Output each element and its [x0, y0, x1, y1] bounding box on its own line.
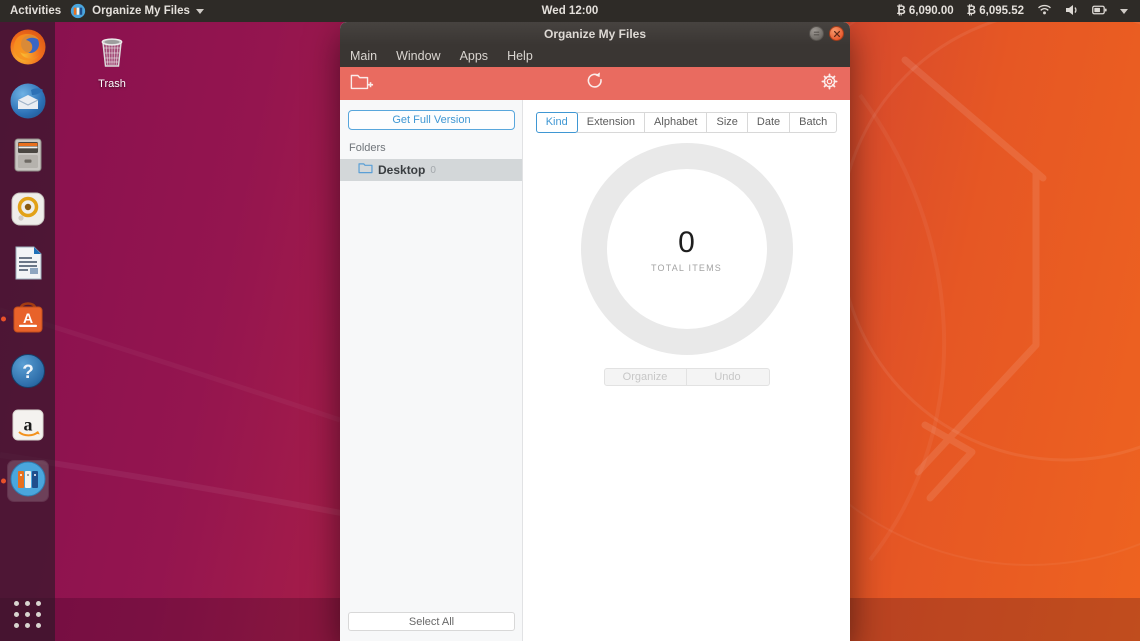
trash-basket-icon [91, 59, 133, 76]
tab-batch[interactable]: Batch [789, 112, 837, 133]
svg-text:A: A [22, 310, 32, 326]
folder-icon [358, 161, 373, 179]
tab-date[interactable]: Date [747, 112, 790, 133]
dock-item-files[interactable] [8, 137, 48, 177]
new-folder-button[interactable] [350, 73, 374, 95]
organize-my-files-icon [9, 460, 47, 503]
get-full-version-button[interactable]: Get Full Version [348, 110, 515, 130]
category-tabs: Kind Extension Alphabet Size Date Batch [536, 112, 838, 133]
settings-gear-button[interactable] [821, 73, 838, 95]
organize-my-files-window: Organize My Files Main Window Apps Help [340, 22, 850, 641]
dock-item-libreoffice-writer[interactable] [8, 245, 48, 285]
help-question-icon: ? [9, 352, 47, 395]
tab-size[interactable]: Size [706, 112, 747, 133]
thunderbird-icon [9, 82, 47, 125]
wifi-icon[interactable] [1037, 4, 1052, 18]
chevron-down-icon [196, 9, 204, 14]
btc-ticker-1[interactable]: ₿ 6,090.00 [896, 5, 953, 17]
desktop-screen: Activities Organize My Files Wed 12:00 ₿… [0, 0, 1140, 641]
total-items-donut-chart: 0 TOTAL ITEMS [581, 143, 793, 355]
menu-bar: Main Window Apps Help [340, 45, 850, 67]
select-all-button[interactable]: Select All [348, 612, 515, 631]
svg-text:a: a [23, 414, 32, 434]
window-title: Organize My Files [544, 27, 646, 41]
running-indicator [1, 479, 6, 484]
focused-app-label: Organize My Files [92, 5, 190, 17]
dock-item-thunderbird[interactable] [8, 83, 48, 123]
minimize-button[interactable] [809, 26, 824, 41]
tab-alphabet[interactable]: Alphabet [644, 112, 707, 133]
volume-icon[interactable] [1065, 4, 1079, 19]
btc-ticker-2[interactable]: ₿ 6,095.52 [967, 5, 1024, 17]
folder-name: Desktop [378, 163, 425, 177]
menu-apps[interactable]: Apps [460, 49, 489, 63]
close-button[interactable] [829, 26, 844, 41]
firefox-icon [9, 28, 47, 71]
undo-button[interactable]: Undo [687, 368, 770, 386]
document-icon [9, 244, 47, 287]
main-content: Kind Extension Alphabet Size Date Batch … [523, 100, 850, 641]
top-panel: Activities Organize My Files Wed 12:00 ₿… [0, 0, 1140, 22]
dock-item-organize-my-files[interactable] [8, 461, 48, 501]
organize-my-files-icon [70, 3, 86, 19]
dock-item-rhythmbox[interactable] [8, 191, 48, 231]
menu-window[interactable]: Window [396, 49, 440, 63]
action-buttons: Organize Undo [604, 368, 770, 386]
window-titlebar[interactable]: Organize My Files [340, 22, 850, 45]
sidebar: Get Full Version Folders Desktop 0 Selec… [340, 100, 523, 641]
clock[interactable]: Wed 12:00 [542, 5, 599, 17]
tab-kind[interactable]: Kind [536, 112, 578, 133]
file-cabinet-icon [9, 136, 47, 179]
dock-item-amazon[interactable]: a [8, 407, 48, 447]
amazon-icon: a [9, 406, 47, 449]
menu-main[interactable]: Main [350, 49, 377, 63]
system-menu-chevron-icon[interactable] [1120, 9, 1128, 14]
show-applications-button[interactable] [14, 601, 41, 628]
menu-help[interactable]: Help [507, 49, 533, 63]
music-player-icon [9, 190, 47, 233]
dock-item-help[interactable]: ? [8, 353, 48, 393]
focused-app-menu[interactable]: Organize My Files [70, 3, 204, 19]
folder-count-badge: 0 [430, 165, 436, 176]
sidebar-item-desktop[interactable]: Desktop 0 [340, 159, 522, 181]
tab-extension[interactable]: Extension [577, 112, 645, 133]
svg-text:?: ? [22, 362, 34, 383]
dock: A ? a [0, 22, 55, 641]
total-items-label: TOTAL ITEMS [651, 263, 722, 273]
battery-icon[interactable] [1092, 5, 1107, 18]
dock-item-firefox[interactable] [8, 29, 48, 69]
refresh-button[interactable] [585, 71, 606, 97]
dock-item-ubuntu-software[interactable]: A [8, 299, 48, 339]
trash-label: Trash [86, 78, 138, 90]
toolbar [340, 67, 850, 100]
activities-button[interactable]: Activities [10, 5, 61, 17]
organize-button[interactable]: Organize [604, 368, 687, 386]
total-items-value: 0 [678, 226, 695, 260]
running-indicator [1, 317, 6, 322]
software-store-icon: A [9, 298, 47, 341]
trash-desktop-icon[interactable]: Trash [86, 34, 138, 90]
folders-header: Folders [340, 130, 522, 159]
